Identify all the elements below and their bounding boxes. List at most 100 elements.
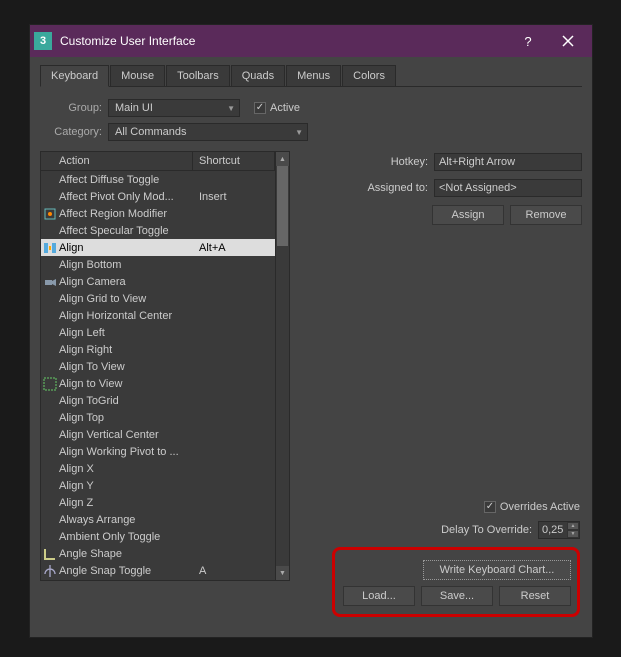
category-select[interactable]: All Commands ▼ <box>108 123 308 141</box>
tab-mouse[interactable]: Mouse <box>110 65 165 86</box>
category-label: Category: <box>40 126 102 138</box>
help-button[interactable]: ? <box>508 25 548 57</box>
table-row[interactable]: Align Left <box>41 324 275 341</box>
table-row[interactable]: Align Vertical Center <box>41 426 275 443</box>
row-action: Align Horizontal Center <box>59 310 193 322</box>
titlebar: 3 Customize User Interface ? <box>30 25 592 57</box>
row-action: Affect Pivot Only Mod... <box>59 191 193 203</box>
checkbox-icon <box>254 102 266 114</box>
table-row[interactable]: Align Top <box>41 409 275 426</box>
table-row[interactable]: Align Bottom <box>41 256 275 273</box>
row-icon <box>41 241 59 255</box>
table-row[interactable]: Align to View <box>41 375 275 392</box>
remove-button[interactable]: Remove <box>510 205 582 225</box>
spin-up-icon[interactable]: ▲ <box>567 522 579 530</box>
chevron-down-icon: ▼ <box>227 104 235 113</box>
scroll-down-icon[interactable]: ▼ <box>276 566 289 580</box>
row-icon <box>41 547 59 561</box>
row-action: Align Working Pivot to ... <box>59 446 193 458</box>
row-action: Align Grid to View <box>59 293 193 305</box>
actions-table: Action Shortcut Affect Diffuse ToggleAff… <box>40 151 290 581</box>
tab-quads[interactable]: Quads <box>231 65 285 86</box>
table-row[interactable]: Align Camera <box>41 273 275 290</box>
table-row[interactable]: Align Horizontal Center <box>41 307 275 324</box>
close-icon <box>562 35 574 47</box>
row-action: Align <box>59 242 193 254</box>
col-action[interactable]: Action <box>41 152 193 170</box>
delay-value: 0,25 <box>539 524 567 536</box>
assigned-row: Assigned to: <box>306 179 582 197</box>
group-select[interactable]: Main UI ▼ <box>108 99 240 117</box>
reset-button[interactable]: Reset <box>499 586 571 606</box>
table-row[interactable]: Affect Region Modifier <box>41 205 275 222</box>
table-row[interactable]: Align Grid to View <box>41 290 275 307</box>
row-action: Align to View <box>59 378 193 390</box>
scroll-thumb[interactable] <box>277 166 288 246</box>
table-row[interactable]: Affect Specular Toggle <box>41 222 275 239</box>
write-chart-button[interactable]: Write Keyboard Chart... <box>423 560 571 580</box>
app-icon: 3 <box>34 32 52 50</box>
table-header: Action Shortcut <box>41 152 275 171</box>
row-shortcut: Insert <box>193 191 275 203</box>
hotkey-row: Hotkey: <box>306 153 582 171</box>
table-row[interactable]: Affect Diffuse Toggle <box>41 171 275 188</box>
tab-toolbars[interactable]: Toolbars <box>166 65 230 86</box>
table-row[interactable]: Align Y <box>41 477 275 494</box>
overrides-checkbox[interactable]: Overrides Active <box>484 501 580 513</box>
window-title: Customize User Interface <box>60 34 508 48</box>
row-action: Align X <box>59 463 193 475</box>
row-action: Ambient Only Toggle <box>59 531 193 543</box>
close-button[interactable] <box>548 25 588 57</box>
row-action: Align ToGrid <box>59 395 193 407</box>
row-action: Align To View <box>59 361 193 373</box>
row-action: Align Z <box>59 497 193 509</box>
dialog-window: 3 Customize User Interface ? Keyboard Mo… <box>29 24 593 638</box>
delay-label: Delay To Override: <box>441 524 532 536</box>
active-checkbox[interactable]: Active <box>254 102 300 114</box>
table-row[interactable]: Align To View <box>41 358 275 375</box>
table-row[interactable]: Align Right <box>41 341 275 358</box>
table-row[interactable]: Affect Pivot Only Mod...Insert <box>41 188 275 205</box>
table-row[interactable]: Align ToGrid <box>41 392 275 409</box>
row-action: Align Vertical Center <box>59 429 193 441</box>
assign-button[interactable]: Assign <box>432 205 504 225</box>
table-row[interactable]: Align Working Pivot to ... <box>41 443 275 460</box>
assigned-input[interactable] <box>434 179 582 197</box>
table-row[interactable]: Angle Shape <box>41 545 275 562</box>
row-action: Align Top <box>59 412 193 424</box>
table-row[interactable]: Always Arrange <box>41 511 275 528</box>
group-value: Main UI <box>115 102 153 114</box>
scrollbar[interactable]: ▲ ▼ <box>275 152 289 580</box>
save-button[interactable]: Save... <box>421 586 493 606</box>
col-shortcut[interactable]: Shortcut <box>193 152 275 170</box>
tab-keyboard[interactable]: Keyboard <box>40 65 109 87</box>
table-row[interactable]: Ambient Only Toggle <box>41 528 275 545</box>
table-row[interactable]: Align Z <box>41 494 275 511</box>
row-shortcut: Alt+A <box>193 242 275 254</box>
table-row[interactable]: AlignAlt+A <box>41 239 275 256</box>
tab-colors[interactable]: Colors <box>342 65 396 86</box>
load-button[interactable]: Load... <box>343 586 415 606</box>
row-action: Align Y <box>59 480 193 492</box>
row-icon <box>41 275 59 289</box>
row-action: Align Left <box>59 327 193 339</box>
row-icon <box>41 207 59 221</box>
row-action: Always Arrange <box>59 514 193 526</box>
hotkey-input[interactable] <box>434 153 582 171</box>
hotkey-label: Hotkey: <box>391 156 428 168</box>
row-icon <box>41 377 59 391</box>
row-action: Angle Shape <box>59 548 193 560</box>
highlight-annotation: Write Keyboard Chart... Load... Save... … <box>332 547 580 617</box>
row-action: Affect Diffuse Toggle <box>59 174 193 186</box>
tab-menus[interactable]: Menus <box>286 65 341 86</box>
delay-spinner[interactable]: 0,25 ▲ ▼ <box>538 521 580 539</box>
spin-down-icon[interactable]: ▼ <box>567 530 579 538</box>
table-row[interactable]: Align X <box>41 460 275 477</box>
row-action: Angle Snap Toggle <box>59 565 193 577</box>
table-rows: Affect Diffuse Toggle Affect Pivot Only M… <box>41 171 275 579</box>
table-row[interactable]: Angle Snap ToggleA <box>41 562 275 579</box>
scroll-up-icon[interactable]: ▲ <box>276 152 289 166</box>
dialog-content: Keyboard Mouse Toolbars Quads Menus Colo… <box>30 57 592 589</box>
category-row: Category: All Commands ▼ <box>40 123 582 141</box>
tab-bar: Keyboard Mouse Toolbars Quads Menus Colo… <box>40 65 582 87</box>
